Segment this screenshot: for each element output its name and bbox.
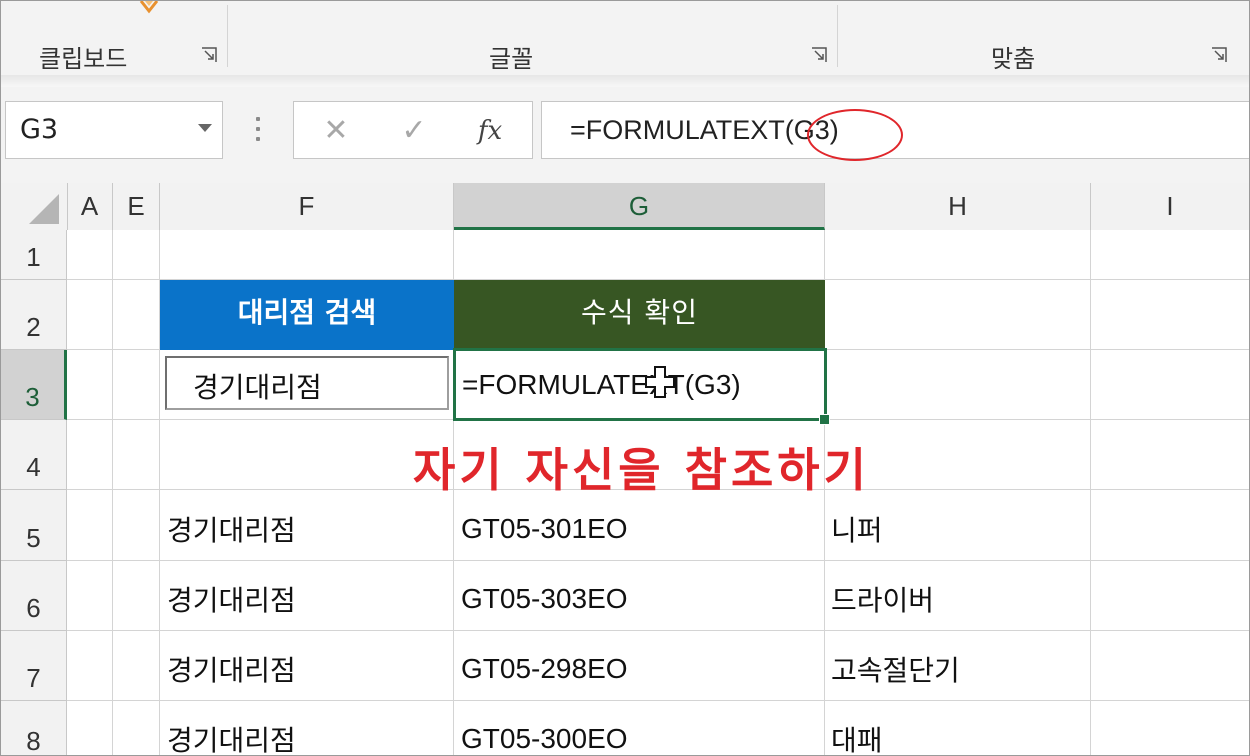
cell-h8[interactable]: 대패 <box>831 719 883 755</box>
cell-cursor-icon <box>645 366 675 402</box>
row-header-8[interactable]: 8 <box>1 701 67 755</box>
formula-bar: G3 ✕ ✓ fx =FORMULATEXT(G3) <box>1 87 1249 184</box>
cell-g8[interactable]: GT05-300EO <box>461 723 628 755</box>
dialog-launcher-icon[interactable] <box>201 47 217 63</box>
formula-text: =FORMULATEXT(G3) <box>570 115 839 145</box>
cell-h5[interactable]: 니퍼 <box>831 509 883 549</box>
ribbon-group-clipboard-label: 클립보드 <box>39 45 128 73</box>
search-input-value: 경기대리점 <box>193 371 322 404</box>
cell-h6[interactable]: 드라이버 <box>831 579 934 619</box>
name-box[interactable]: G3 <box>5 101 223 159</box>
dialog-launcher-icon[interactable] <box>811 47 827 63</box>
highlight-circle <box>807 109 903 161</box>
ribbon-group-separator <box>227 5 228 67</box>
cell-g6[interactable]: GT05-303EO <box>461 583 628 615</box>
row-header-4[interactable]: 4 <box>1 420 67 490</box>
row-header-1[interactable]: 1 <box>1 230 67 280</box>
ribbon-shadow <box>1 75 1249 87</box>
insert-function-icon[interactable]: fx <box>470 112 510 150</box>
row-header-7[interactable]: 7 <box>1 631 67 701</box>
row-header-5[interactable]: 5 <box>1 490 67 561</box>
annotation-text: 자기 자신을 참조하기 <box>413 443 870 497</box>
drag-handle-icon[interactable] <box>255 117 261 145</box>
cell-g3-value: =FORMULATEXT(G3) <box>462 369 741 400</box>
excel-window: 클립보드 글꼴 맞춤 G3 ✕ ✓ fx =FORMULATEXT(G3) A … <box>0 0 1250 756</box>
name-box-value: G3 <box>20 114 59 145</box>
column-header-g[interactable]: G <box>454 183 825 230</box>
cell-g5[interactable]: GT05-301EO <box>461 513 628 545</box>
row-header-3[interactable]: 3 <box>1 350 67 420</box>
cell-f7[interactable]: 경기대리점 <box>167 649 296 689</box>
cell-f8[interactable]: 경기대리점 <box>167 719 296 755</box>
cell-g3-selected[interactable]: =FORMULATEXT(G3) <box>453 348 827 421</box>
ribbon-group-alignment-label: 맞춤 <box>991 45 1036 73</box>
column-header-f[interactable]: F <box>160 183 454 230</box>
format-painter-icon[interactable] <box>135 1 163 17</box>
formula-buttons: ✕ ✓ fx <box>293 101 533 159</box>
cell-g2-formula-header[interactable]: 수식 확인 <box>454 280 825 350</box>
cell-f5[interactable]: 경기대리점 <box>167 509 296 549</box>
cell-h7[interactable]: 고속절단기 <box>831 649 960 689</box>
fill-handle[interactable] <box>819 414 830 425</box>
column-header-row: A E F G H I <box>1 183 1249 231</box>
cell-f6[interactable]: 경기대리점 <box>167 579 296 619</box>
cancel-icon[interactable]: ✕ <box>316 112 356 150</box>
column-header-a[interactable]: A <box>67 183 113 230</box>
ribbon-group-font-label: 글꼴 <box>489 45 534 73</box>
ribbon-group-separator <box>837 5 838 67</box>
select-all-button[interactable] <box>1 183 68 230</box>
column-header-h[interactable]: H <box>825 183 1091 230</box>
row-header-6[interactable]: 6 <box>1 561 67 631</box>
ribbon: 클립보드 글꼴 맞춤 <box>1 1 1249 76</box>
enter-icon[interactable]: ✓ <box>394 112 434 150</box>
cell-f2-search-header[interactable]: 대리점 검색 <box>160 280 454 350</box>
column-header-i[interactable]: I <box>1091 183 1249 230</box>
cell-f3-search-input[interactable]: 경기대리점 <box>165 356 449 410</box>
column-header-e[interactable]: E <box>113 183 160 230</box>
row-header-2[interactable]: 2 <box>1 280 67 350</box>
chevron-down-icon[interactable] <box>198 124 212 132</box>
cell-grid[interactable]: 대리점 검색 수식 확인 경기대리점 =FORMULATEXT(G3) 자기 자… <box>67 230 1249 755</box>
cell-g7[interactable]: GT05-298EO <box>461 653 628 685</box>
dialog-launcher-icon[interactable] <box>1211 47 1227 63</box>
